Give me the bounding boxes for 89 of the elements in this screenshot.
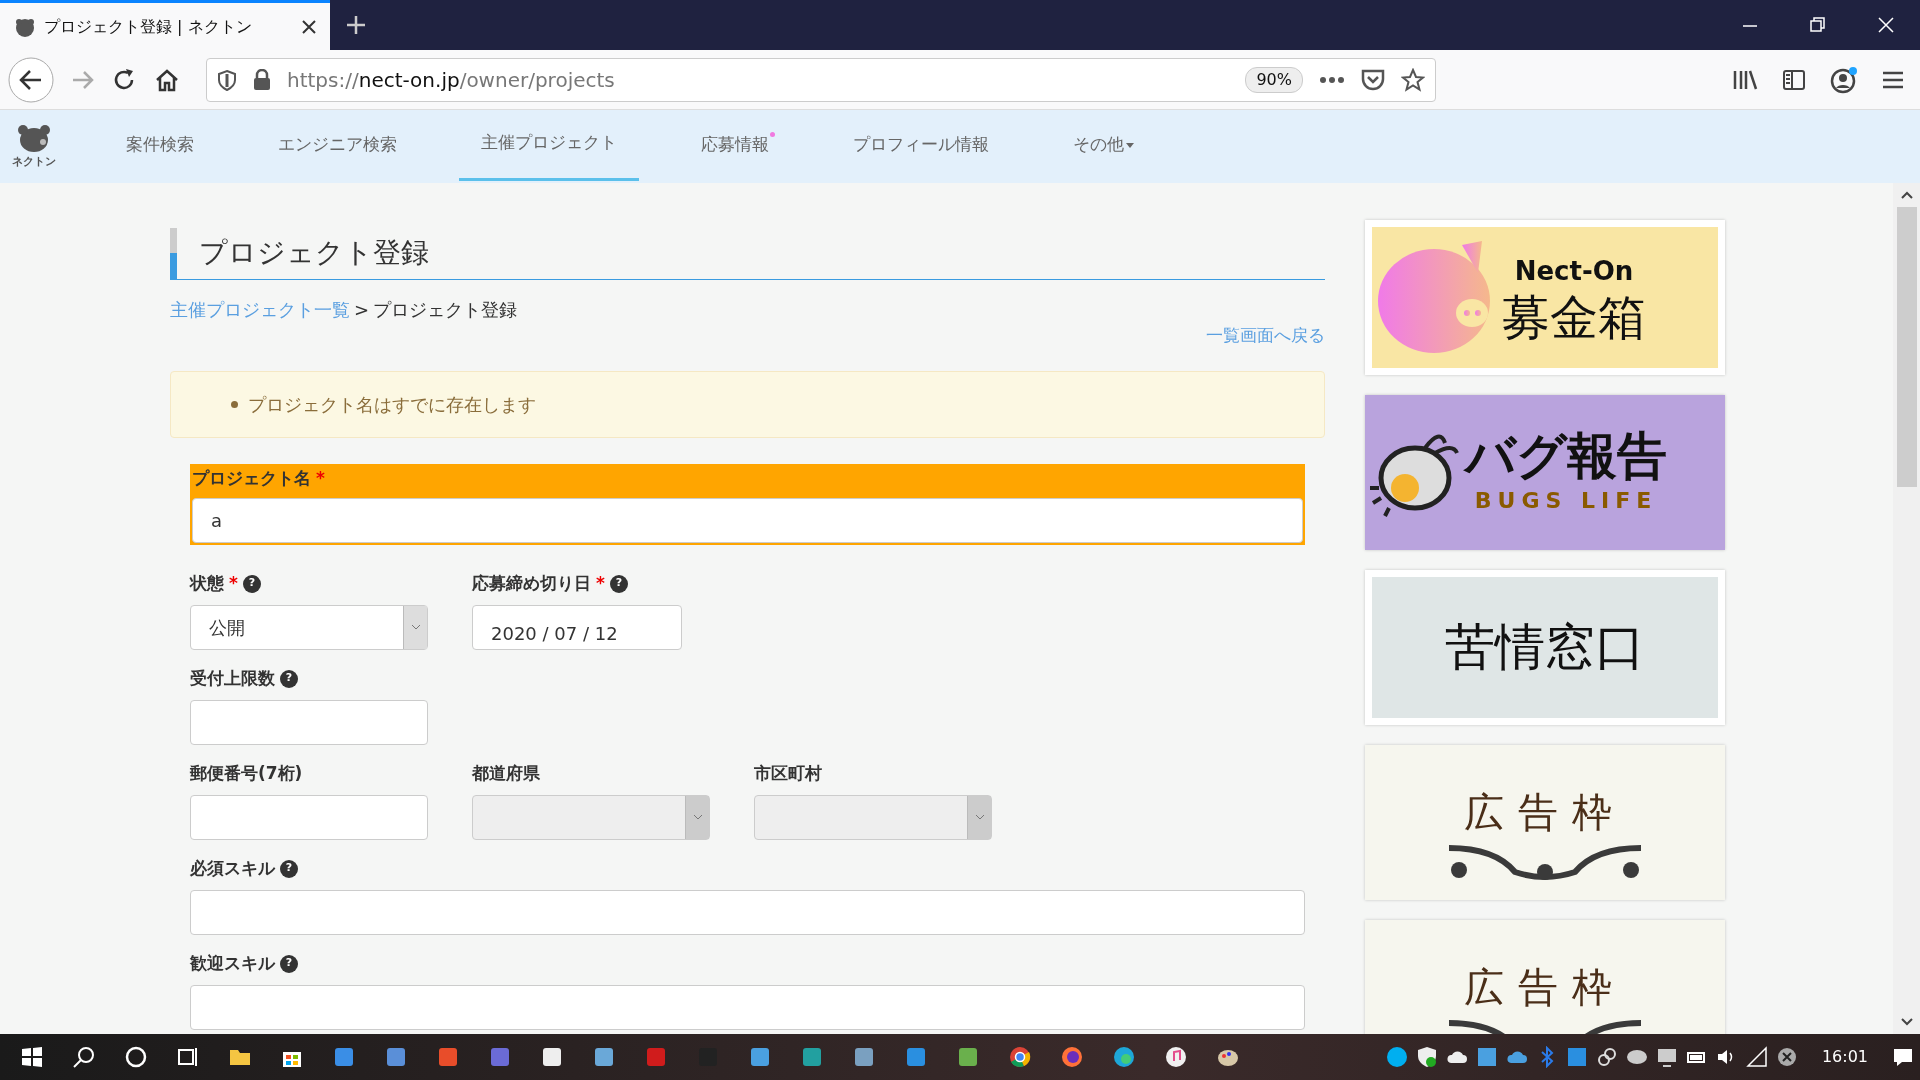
field-label: 必須スキル — [190, 856, 275, 880]
logo-text: ネクトン — [12, 154, 56, 171]
field-label: 応募締め切り日 — [472, 571, 591, 595]
shield-icon — [217, 68, 237, 91]
search-icon[interactable] — [72, 1045, 96, 1069]
page-title: プロジェクト登録 — [170, 228, 1325, 280]
chevron-down-icon — [410, 624, 421, 630]
nav-tab[interactable]: その他 — [1051, 110, 1156, 183]
restore-icon[interactable] — [1809, 16, 1827, 34]
input-field[interactable] — [190, 794, 428, 840]
alert-message: プロジェクト名はすでに存在します — [248, 392, 536, 417]
input-field[interactable] — [190, 889, 1305, 935]
monitor-icon[interactable] — [1655, 1046, 1678, 1068]
more-icon[interactable] — [1319, 75, 1345, 84]
shield-icon[interactable] — [1415, 1046, 1438, 1068]
menu-icon[interactable] — [1882, 69, 1904, 90]
pocket-icon[interactable] — [1361, 68, 1385, 91]
banner-title: バグ報告 — [1465, 428, 1667, 484]
music-icon[interactable] — [1164, 1045, 1188, 1069]
nav-tab[interactable]: エンジニア検索 — [256, 110, 419, 183]
lock-icon — [253, 68, 271, 91]
required-mark: * — [229, 571, 238, 595]
banner-brand: Nect-On — [1514, 254, 1634, 288]
windows-icon[interactable] — [20, 1045, 44, 1069]
banner[interactable]: バグ報告 BUGS LIFE — [1365, 395, 1725, 550]
banner[interactable]: 苦情窓口 — [1365, 570, 1725, 725]
address-bar[interactable]: https://nect-on.jp/owner/projects 90% — [206, 57, 1436, 102]
field-label: 都道府県 — [472, 761, 540, 785]
star-icon[interactable] — [1401, 67, 1425, 92]
app-icon[interactable] — [540, 1045, 564, 1069]
circle-icon[interactable] — [124, 1045, 148, 1069]
date-field[interactable]: 2020 / 07 / 12 — [472, 604, 682, 650]
scroll-thumb[interactable] — [1896, 207, 1917, 487]
field-label: 歓迎スキル — [190, 951, 275, 975]
banner[interactable]: 広告枠 — [1365, 745, 1725, 900]
required-mark: * — [596, 571, 605, 595]
field-label: 状態 — [190, 571, 224, 595]
app-icon[interactable] — [956, 1045, 980, 1069]
chrome-icon[interactable] — [1008, 1045, 1032, 1069]
breadcrumb-separator: > — [354, 298, 370, 322]
scrollbar[interactable] — [1893, 183, 1920, 1034]
site-logo[interactable]: ネクトン — [8, 122, 60, 171]
help-icon[interactable]: ? — [280, 954, 298, 973]
back-icon[interactable] — [8, 56, 54, 103]
help-icon[interactable]: ? — [609, 574, 628, 593]
app-icon[interactable] — [592, 1045, 616, 1069]
tab-title: プロジェクト登録 | ネクトン — [44, 15, 253, 38]
banner-title: 広告枠 — [1464, 962, 1626, 1012]
nav-tab[interactable]: 案件検索 — [104, 110, 216, 183]
notification-icon[interactable] — [1892, 1046, 1914, 1068]
account-icon[interactable] — [1830, 65, 1858, 94]
required-mark: * — [316, 466, 325, 490]
link-icon[interactable] — [1595, 1046, 1618, 1068]
browser-tab[interactable]: プロジェクト登録 | ネクトン — [0, 0, 330, 50]
nav-tab[interactable]: プロフィール情報 — [831, 110, 1011, 183]
banner[interactable]: 広告枠 — [1365, 920, 1725, 1034]
close-icon[interactable] — [302, 19, 316, 34]
skype-icon[interactable] — [1385, 1046, 1408, 1068]
banner[interactable]: Nect-On 募金箱 — [1365, 220, 1725, 375]
help-icon[interactable]: ? — [280, 859, 298, 878]
zoom-level[interactable]: 90% — [1245, 66, 1303, 93]
nav-tab[interactable]: 応募情報 — [679, 110, 791, 183]
select-field[interactable]: 公開 — [190, 604, 428, 650]
banner-subtitle: BUGS LIFE — [1474, 486, 1658, 515]
banner-title: 苦情窓口 — [1445, 617, 1645, 678]
plus-icon[interactable] — [346, 15, 366, 35]
chevron-down-icon — [974, 814, 985, 820]
firefox-icon[interactable] — [1060, 1045, 1084, 1069]
sidebar-icon[interactable] — [1782, 68, 1806, 91]
bullet-icon — [231, 400, 238, 408]
field-label: プロジェクト名 — [192, 466, 311, 490]
field-label: 郵便番号(7桁) — [190, 761, 303, 785]
input-field[interactable] — [190, 699, 428, 745]
task-view-icon[interactable] — [176, 1045, 200, 1069]
url-text: https://nect-on.jp/owner/projects — [287, 66, 616, 94]
help-icon[interactable]: ? — [242, 574, 261, 593]
edge-icon[interactable] — [1112, 1045, 1136, 1069]
help-icon[interactable]: ? — [280, 669, 298, 688]
banner-title: 募金箱 — [1502, 290, 1646, 344]
field-label: 受付上限数 — [190, 666, 275, 690]
input-field[interactable] — [190, 984, 1305, 1030]
breadcrumb-current: プロジェクト登録 — [373, 298, 518, 322]
nav-tab[interactable]: 主催プロジェクト — [459, 108, 639, 181]
clock-time: 16:01 — [1821, 1046, 1868, 1068]
banner-title: 広告枠 — [1464, 787, 1626, 837]
input-field[interactable]: a — [192, 497, 1303, 543]
chevron-down-icon — [692, 814, 703, 820]
error-icon[interactable] — [1775, 1046, 1798, 1068]
field-label: 市区町村 — [754, 761, 822, 785]
